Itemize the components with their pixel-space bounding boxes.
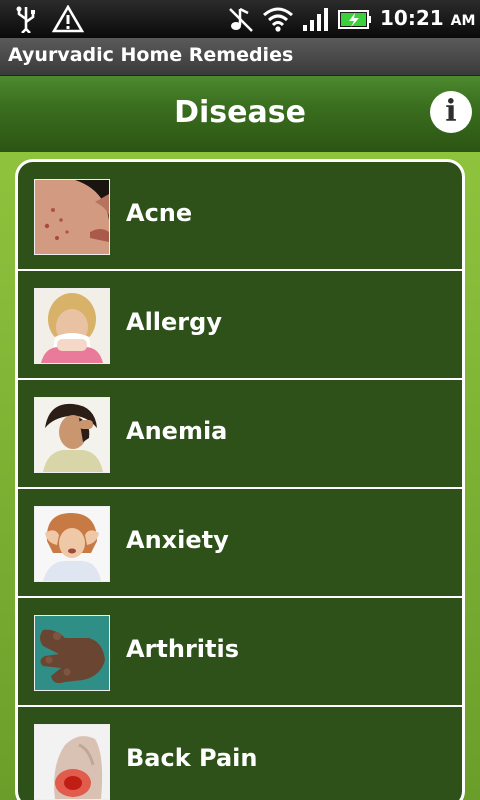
disease-label: Anemia (126, 417, 228, 445)
info-button[interactable]: i (430, 91, 472, 133)
disease-label: Arthritis (126, 635, 240, 663)
disease-item-back-pain[interactable]: Back Pain (18, 707, 462, 800)
header: Disease i (0, 76, 480, 152)
wifi-icon (263, 7, 293, 32)
app-title-bar: Ayurvadic Home Remedies (0, 38, 480, 76)
disease-item-acne[interactable]: Acne (18, 162, 462, 271)
app-title: Ayurvadic Home Remedies (8, 44, 294, 66)
back-pain-thumbnail (34, 724, 110, 800)
clock-time: 10:21 (380, 6, 444, 30)
disease-item-arthritis[interactable]: Arthritis (18, 598, 462, 707)
disease-label: Acne (126, 199, 193, 227)
disease-label: Anxiety (126, 526, 229, 554)
signal-icon (303, 8, 328, 31)
status-clock: 10:21 AM (380, 6, 476, 32)
arthritis-thumbnail (34, 615, 110, 691)
battery-charging-icon (338, 10, 371, 29)
disease-label: Back Pain (126, 744, 258, 772)
page-title: Disease (174, 95, 306, 130)
disease-label: Allergy (126, 308, 222, 336)
disease-item-anxiety[interactable]: Anxiety (18, 489, 462, 598)
status-bar: 10:21 AM (0, 0, 480, 38)
mute-icon (229, 7, 253, 32)
acne-thumbnail (34, 179, 110, 255)
anxiety-thumbnail (34, 506, 110, 582)
usb-icon (16, 6, 35, 33)
anemia-thumbnail (34, 397, 110, 473)
allergy-thumbnail (34, 288, 110, 364)
warning-icon (52, 5, 84, 33)
content-area: Acne Allergy Anemia Anxiety Arthritis Ba… (0, 152, 480, 800)
clock-ampm: AM (450, 13, 476, 29)
info-icon: i (445, 94, 457, 129)
disease-item-allergy[interactable]: Allergy (18, 271, 462, 380)
disease-item-anemia[interactable]: Anemia (18, 380, 462, 489)
disease-list: Acne Allergy Anemia Anxiety Arthritis Ba… (15, 159, 465, 800)
